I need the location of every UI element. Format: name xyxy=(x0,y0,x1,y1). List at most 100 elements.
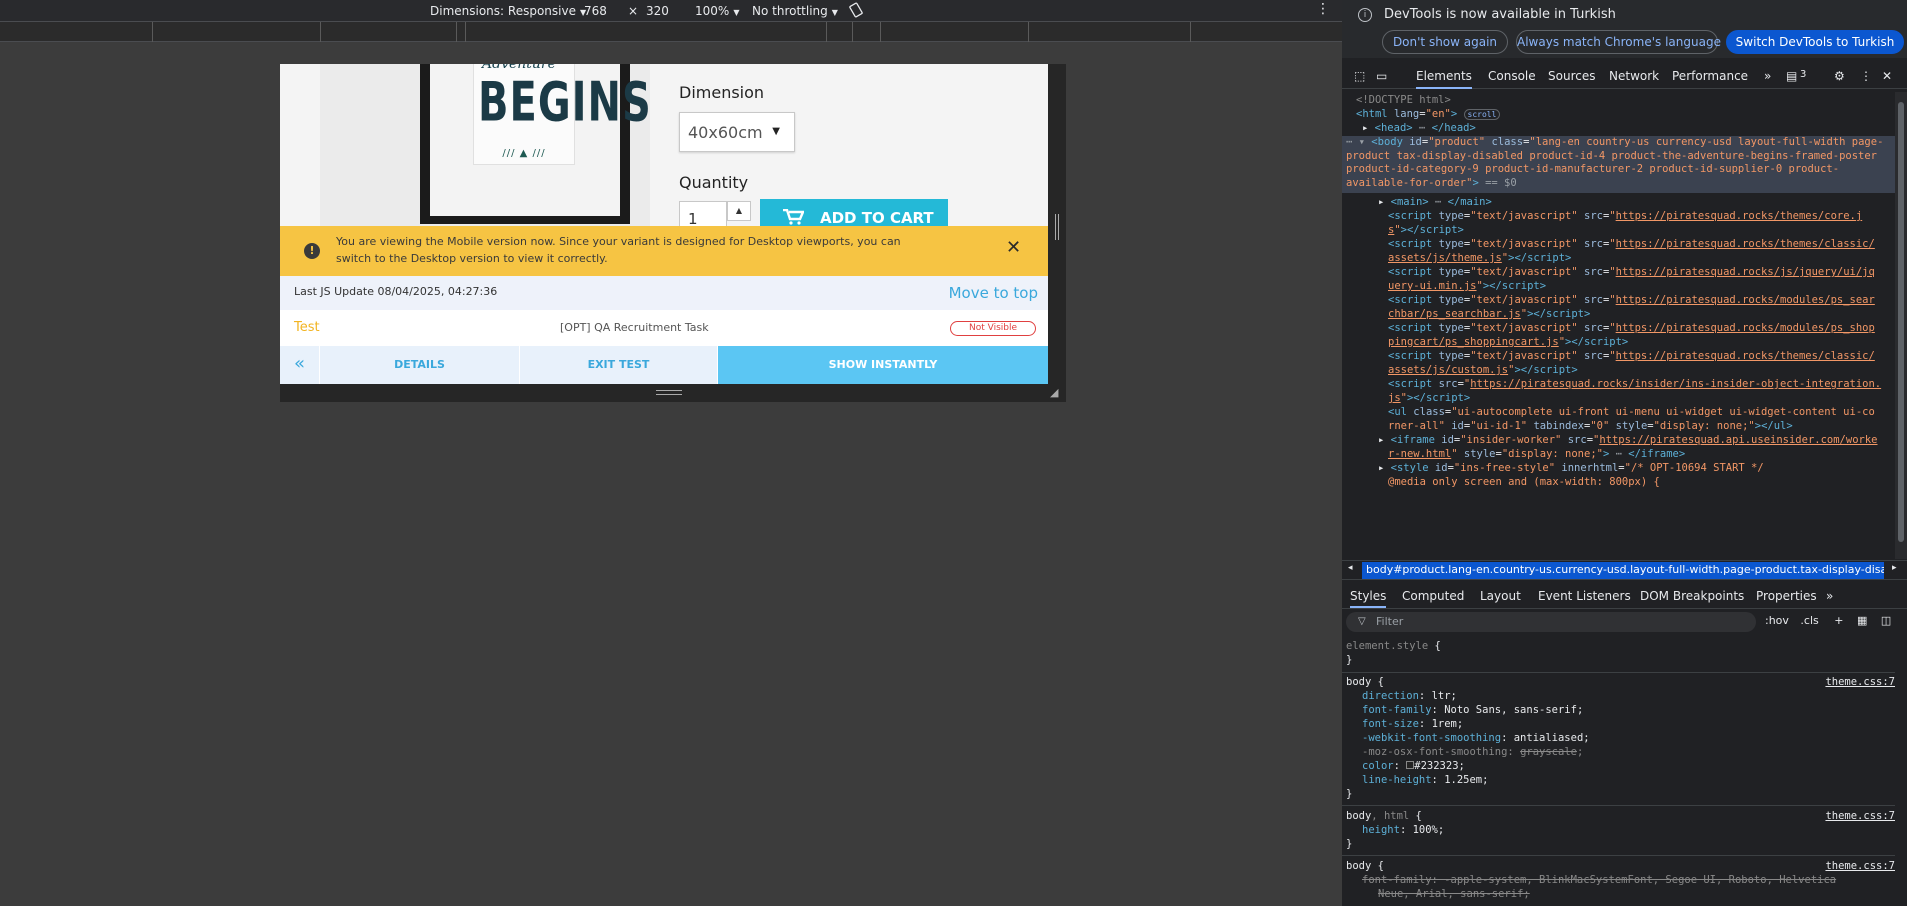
quantity-increment-icon[interactable]: ▲ xyxy=(727,201,751,221)
body-html-rule-selector[interactable]: body, html { xyxy=(1346,810,1422,824)
dimension-select[interactable]: 40x60cm ▼ xyxy=(679,112,795,152)
breadcrumb[interactable]: body#product.lang-en.country-us.currency… xyxy=(1362,562,1884,579)
qa-action-bar: « DETAILS EXIT TEST SHOW INSTANTLY xyxy=(280,346,1048,384)
main-line[interactable]: ▸ <main> ⋯ </main> xyxy=(1378,196,1492,210)
tab-sources[interactable]: Sources xyxy=(1548,69,1595,83)
throttling-dropdown[interactable]: No throttling ▼ xyxy=(752,4,838,18)
breadcrumb-left-icon[interactable]: ◂ xyxy=(1348,563,1353,573)
script-line[interactable]: <script type="text/javascript" src="http… xyxy=(1388,210,1862,224)
drag-handle-icon xyxy=(656,390,682,395)
script-line-cont: js"></script> xyxy=(1388,392,1471,404)
css-prop-overridden[interactable]: font-family: -apple-system, BlinkMacSyst… xyxy=(1362,874,1836,888)
tab-performance[interactable]: Performance xyxy=(1672,69,1748,83)
tab-styles[interactable]: Styles xyxy=(1350,589,1387,608)
script-line[interactable]: <script src="https://piratesquad.rocks/i… xyxy=(1388,378,1881,392)
paint-icon[interactable]: ▦ xyxy=(1857,614,1867,627)
body-rule-selector[interactable]: body { xyxy=(1346,860,1384,874)
iframe-line[interactable]: ▸ <iframe id="insider-worker" src="https… xyxy=(1378,434,1878,448)
issues-icon[interactable]: ▤ xyxy=(1786,69,1797,83)
tab-layout[interactable]: Layout xyxy=(1480,589,1521,603)
viewport-warning-alert: ! You are viewing the Mobile version now… xyxy=(280,226,1048,276)
more-tabs-icon[interactable]: » xyxy=(1826,589,1833,603)
resize-corner-icon[interactable]: ◢ xyxy=(1050,386,1058,399)
ul-line[interactable]: <ul class="ui-autocomplete ui-front ui-m… xyxy=(1388,406,1875,420)
script-line[interactable]: <script type="text/javascript" src="http… xyxy=(1388,322,1875,336)
elements-scrollbar[interactable] xyxy=(1895,92,1907,559)
css-prop[interactable]: -webkit-font-smoothing: antialiased; xyxy=(1362,732,1590,746)
details-button[interactable]: DETAILS xyxy=(320,346,520,384)
dont-show-again-button[interactable]: Don't show again xyxy=(1382,30,1508,54)
resize-handle-right[interactable] xyxy=(1048,64,1066,402)
more-tabs-icon[interactable]: » xyxy=(1764,69,1771,83)
script-line[interactable]: <script type="text/javascript" src="http… xyxy=(1388,294,1875,308)
css-prop[interactable]: height: 100%; xyxy=(1362,824,1444,838)
css-prop[interactable]: line-height: 1.25em; xyxy=(1362,774,1488,788)
style-line-cont: @media only screen and (max-width: 800px… xyxy=(1388,476,1660,488)
html-line[interactable]: <html lang="en"> scroll xyxy=(1356,108,1501,122)
tab-dom-breakpoints[interactable]: DOM Breakpoints xyxy=(1640,589,1744,603)
cls-toggle[interactable]: .cls xyxy=(1800,614,1818,627)
script-line-cont: pingcart/ps_shoppingcart.js"></script> xyxy=(1388,336,1629,348)
script-line[interactable]: <script type="text/javascript" src="http… xyxy=(1388,238,1875,252)
zoom-dropdown[interactable]: 100% ▼ xyxy=(695,4,739,18)
rotate-icon[interactable] xyxy=(848,2,864,21)
hov-toggle[interactable]: :hov xyxy=(1765,614,1789,627)
dimensions-dropdown[interactable]: Dimensions: Responsive ▼ xyxy=(430,4,586,18)
poster-mat: Adventure BEGINS /// ▲ /// xyxy=(430,64,651,216)
close-icon[interactable]: ✕ xyxy=(1006,238,1021,258)
stylesheet-link[interactable]: theme.css:7 xyxy=(1825,676,1895,690)
chevron-down-icon: ▼ xyxy=(831,8,838,17)
divider xyxy=(1342,855,1895,856)
height-input[interactable]: 320 xyxy=(646,4,669,18)
inspect-icon[interactable]: ⬚ xyxy=(1354,69,1365,83)
ruler-tick xyxy=(456,22,457,42)
poster-script-text: Adventure xyxy=(482,64,556,72)
ruler-tick xyxy=(826,22,827,42)
script-line[interactable]: <script type="text/javascript" src="http… xyxy=(1388,350,1875,364)
device-emulation-area: Dimensions: Responsive ▼ 768 × 320 100% ▼ … xyxy=(0,0,1342,906)
plus-icon[interactable]: + xyxy=(1834,614,1843,627)
css-prop[interactable]: -moz-osx-font-smoothing: grayscale; xyxy=(1362,746,1583,760)
css-prop-overridden-cont: Neue, Arial, sans-serif; xyxy=(1378,888,1530,900)
tab-console[interactable]: Console xyxy=(1488,69,1536,83)
breadcrumb-right-icon[interactable]: ▸ xyxy=(1892,563,1897,573)
tab-computed[interactable]: Computed xyxy=(1402,589,1464,603)
more-options-icon[interactable]: ⋮ xyxy=(1316,1,1330,17)
match-language-button[interactable]: Always match Chrome's language xyxy=(1516,30,1721,54)
settings-gear-icon[interactable]: ⚙ xyxy=(1834,69,1845,83)
exit-test-button[interactable]: EXIT TEST xyxy=(520,346,718,384)
css-prop[interactable]: font-family: Noto Sans, sans-serif; xyxy=(1362,704,1583,718)
switch-turkish-button[interactable]: Switch DevTools to Turkish xyxy=(1726,30,1904,54)
css-prop[interactable]: direction: ltr; xyxy=(1362,690,1457,704)
ruler-tick xyxy=(880,22,881,42)
css-prop[interactable]: font-size: 1rem; xyxy=(1362,718,1463,732)
styles-tools: :hov .cls + ▦ ◫ xyxy=(1765,614,1891,627)
body-rule-selector[interactable]: body { xyxy=(1346,676,1384,690)
stylesheet-link[interactable]: theme.css:7 xyxy=(1825,860,1895,874)
ruler-tick xyxy=(852,22,853,42)
width-input[interactable]: 768 xyxy=(584,4,607,18)
tab-network[interactable]: Network xyxy=(1609,69,1659,83)
scroll-thumb[interactable] xyxy=(1898,102,1904,542)
css-prop[interactable]: color: #232323; xyxy=(1362,760,1465,774)
close-devtools-icon[interactable]: ✕ xyxy=(1882,69,1892,83)
show-instantly-button[interactable]: SHOW INSTANTLY xyxy=(718,346,1048,384)
style-line[interactable]: ▸ <style id="ins-free-style" innerhtml="… xyxy=(1378,462,1764,476)
filter-icon: ▽ xyxy=(1358,616,1366,627)
styles-filter-input[interactable]: ▽ Filter xyxy=(1346,612,1756,632)
device-toggle-icon[interactable]: ▭ xyxy=(1376,69,1387,83)
body-line[interactable]: ⋯ ▾ <body id="product" class="lang-en co… xyxy=(1342,136,1895,193)
move-to-top-link[interactable]: Move to top xyxy=(949,284,1038,302)
tab-properties[interactable]: Properties xyxy=(1756,589,1817,603)
more-options-icon[interactable]: ⋮ xyxy=(1860,69,1872,83)
resize-handle-bottom[interactable]: ◢ xyxy=(280,384,1066,402)
tab-event-listeners[interactable]: Event Listeners xyxy=(1538,589,1631,603)
poster-frame: Adventure BEGINS /// ▲ /// xyxy=(420,64,651,224)
sidebar-toggle-icon[interactable]: ◫ xyxy=(1881,614,1891,627)
head-line[interactable]: ▸ <head> ⋯ </head> xyxy=(1362,122,1476,136)
collapse-button[interactable]: « xyxy=(280,346,320,384)
stylesheet-link[interactable]: theme.css:7 xyxy=(1825,810,1895,824)
tab-elements[interactable]: Elements xyxy=(1416,69,1472,89)
script-line[interactable]: <script type="text/javascript" src="http… xyxy=(1388,266,1875,280)
element-style-rule[interactable]: element.style { xyxy=(1346,640,1441,654)
